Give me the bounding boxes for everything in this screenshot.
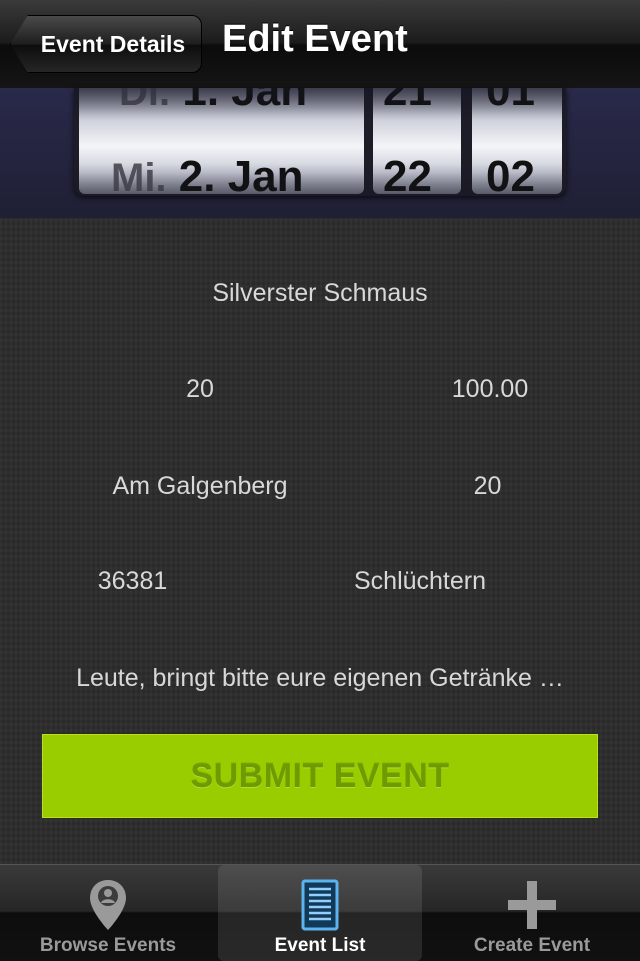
weekday-prev: Di.: [119, 88, 171, 114]
minute-selected: 02: [486, 152, 535, 194]
submit-event-button[interactable]: SUBMIT EVENT: [42, 734, 598, 818]
back-button[interactable]: Event Details: [10, 15, 202, 73]
page-title: Edit Event: [222, 18, 408, 60]
city-field[interactable]: Schlüchtern: [300, 567, 540, 596]
date-wheel[interactable]: Di. 1. Jan Mi. 2. Jan: [79, 88, 364, 194]
price-field[interactable]: 100.00: [390, 375, 590, 404]
hour-wheel[interactable]: 21 22: [373, 88, 461, 194]
zip-field[interactable]: 36381: [50, 567, 215, 596]
tab-bar: Browse Events Event List Create Event: [0, 864, 640, 961]
date-time-picker: Di. 1. Jan Mi. 2. Jan 21 22 01 02: [0, 88, 640, 218]
list-document-icon: [301, 875, 339, 935]
hour-prev: 21: [383, 88, 432, 115]
tab-create-event-label: Create Event: [473, 935, 591, 956]
tab-event-list-label: Event List: [274, 935, 366, 956]
weekday-selected: Mi.: [111, 156, 167, 194]
house-number-field[interactable]: 20: [400, 472, 575, 501]
event-name-field[interactable]: Silverster Schmaus: [120, 279, 520, 308]
date-wheel-prev-row: Di. 1. Jan: [119, 88, 307, 116]
plus-icon: [506, 875, 558, 935]
street-field[interactable]: Am Galgenberg: [60, 472, 340, 501]
picker-frame: Di. 1. Jan Mi. 2. Jan 21 22 01 02: [74, 88, 566, 196]
date-prev: 1. Jan: [182, 88, 308, 115]
minute-wheel[interactable]: 01 02: [472, 88, 562, 194]
tab-browse-events[interactable]: Browse Events: [2, 865, 214, 961]
location-pin-icon: [88, 875, 128, 935]
tab-event-list[interactable]: Event List: [218, 865, 422, 961]
date-selected: 2. Jan: [178, 152, 304, 194]
navigation-bar: Event Details Edit Event: [0, 0, 640, 89]
hour-selected: 22: [383, 152, 432, 194]
capacity-field[interactable]: 20: [100, 375, 300, 404]
minute-prev: 01: [486, 88, 535, 115]
tab-browse-events-label: Browse Events: [39, 935, 177, 956]
description-field[interactable]: Leute, bringt bitte eure eigenen Getränk…: [30, 664, 610, 693]
tab-create-event[interactable]: Create Event: [426, 865, 638, 961]
date-wheel-selected-row: Mi. 2. Jan: [111, 152, 304, 194]
